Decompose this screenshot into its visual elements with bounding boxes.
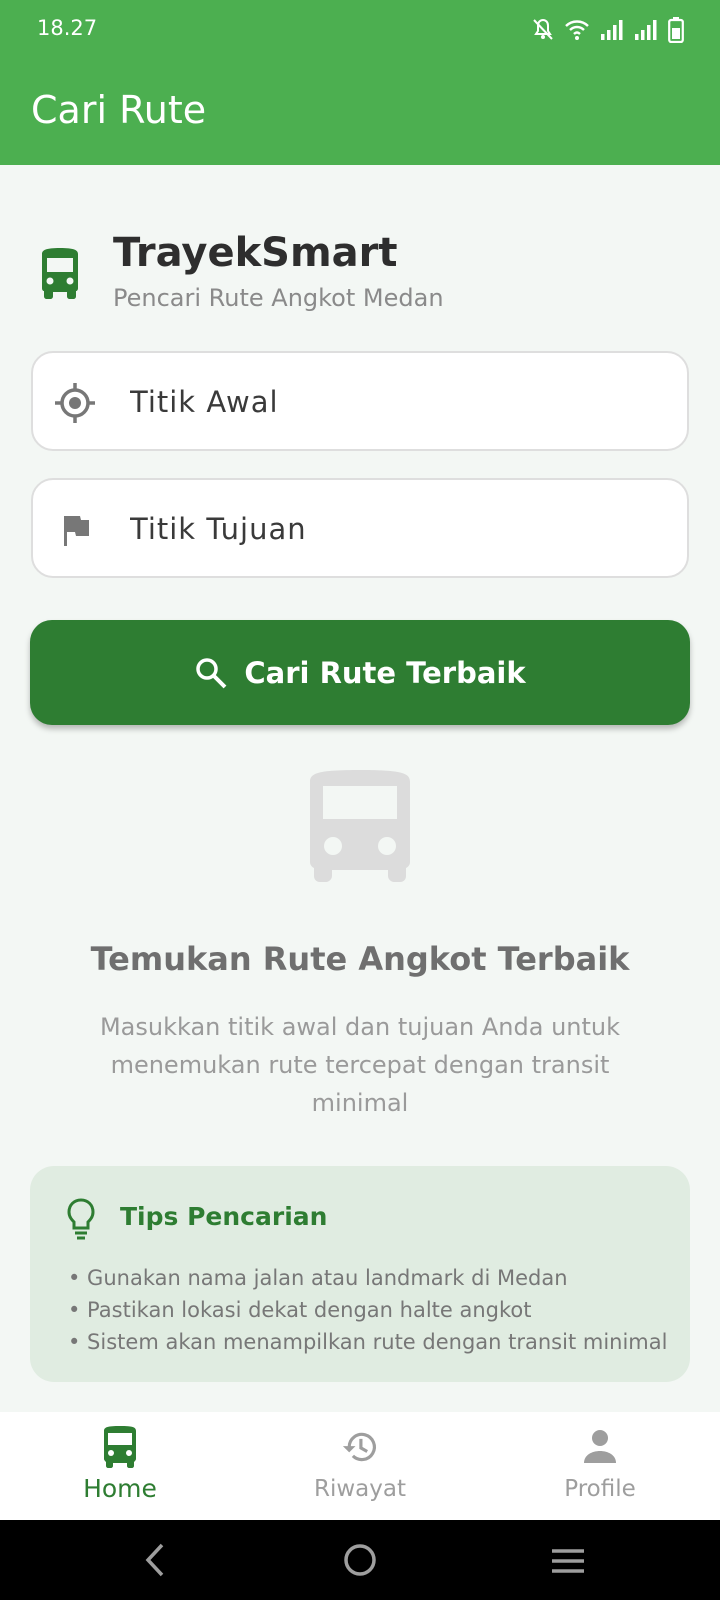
back-icon[interactable] <box>140 1542 170 1578</box>
signal-icon <box>601 20 623 40</box>
status-time: 18.27 <box>37 16 98 40</box>
lightbulb-icon <box>67 1198 95 1240</box>
nav-item-profile[interactable]: Profile <box>480 1412 720 1520</box>
nav-label-riwayat: Riwayat <box>314 1476 406 1502</box>
flag-icon <box>64 516 89 546</box>
destination-field[interactable] <box>31 478 689 578</box>
menu-icon[interactable] <box>550 1548 586 1574</box>
tips-item: • Sistem akan menampilkan rute dengan tr… <box>68 1330 668 1354</box>
tips-card: Tips Pencarian • Gunakan nama jalan atau… <box>30 1166 690 1382</box>
origin-field[interactable] <box>31 351 689 451</box>
search-icon <box>196 657 227 688</box>
search-route-button[interactable]: Cari Rute Terbaik <box>30 620 690 725</box>
nav-item-riwayat[interactable]: Riwayat <box>240 1412 480 1520</box>
nav-label-home: Home <box>83 1474 157 1503</box>
tips-title: Tips Pencarian <box>120 1202 328 1231</box>
app-header: 18.27 Cari Rute <box>0 0 720 165</box>
notifications-off-icon <box>533 18 553 40</box>
tips-item: • Pastikan lokasi dekat dengan halte ang… <box>68 1298 532 1322</box>
tips-item: • Gunakan nama jalan atau landmark di Me… <box>68 1266 568 1290</box>
person-icon <box>584 1430 616 1463</box>
origin-input[interactable] <box>128 353 652 451</box>
system-navigation-bar <box>0 1520 720 1600</box>
wifi-icon <box>565 20 589 40</box>
search-button-label: Cari Rute Terbaik <box>244 655 526 690</box>
nav-item-home[interactable]: Home <box>0 1412 240 1520</box>
bottom-navigation: Home Riwayat Profile <box>0 1412 720 1520</box>
home-circle-icon[interactable] <box>342 1542 378 1578</box>
battery-icon <box>668 17 684 43</box>
brand-name: TrayekSmart <box>113 230 398 276</box>
empty-state-description: Masukkan titik awal dan tujuan Anda untu… <box>99 1013 621 1117</box>
bus-illustration-icon <box>310 770 410 882</box>
tips-list: • Gunakan nama jalan atau landmark di Me… <box>68 1262 688 1358</box>
brand-block: TrayekSmart Pencari Rute Angkot Medan <box>38 230 444 312</box>
page-title: Cari Rute <box>31 88 207 132</box>
empty-state-title: Temukan Rute Angkot Terbaik <box>90 940 630 978</box>
nav-label-profile: Profile <box>564 1476 636 1502</box>
signal-icon-2 <box>635 20 657 40</box>
my-location-icon <box>55 383 95 423</box>
bus-icon <box>42 248 78 299</box>
destination-input[interactable] <box>128 480 652 578</box>
brand-subtitle: Pencari Rute Angkot Medan <box>113 284 444 312</box>
bus-icon <box>104 1426 136 1468</box>
status-icons <box>532 17 684 43</box>
history-icon <box>342 1432 376 1462</box>
